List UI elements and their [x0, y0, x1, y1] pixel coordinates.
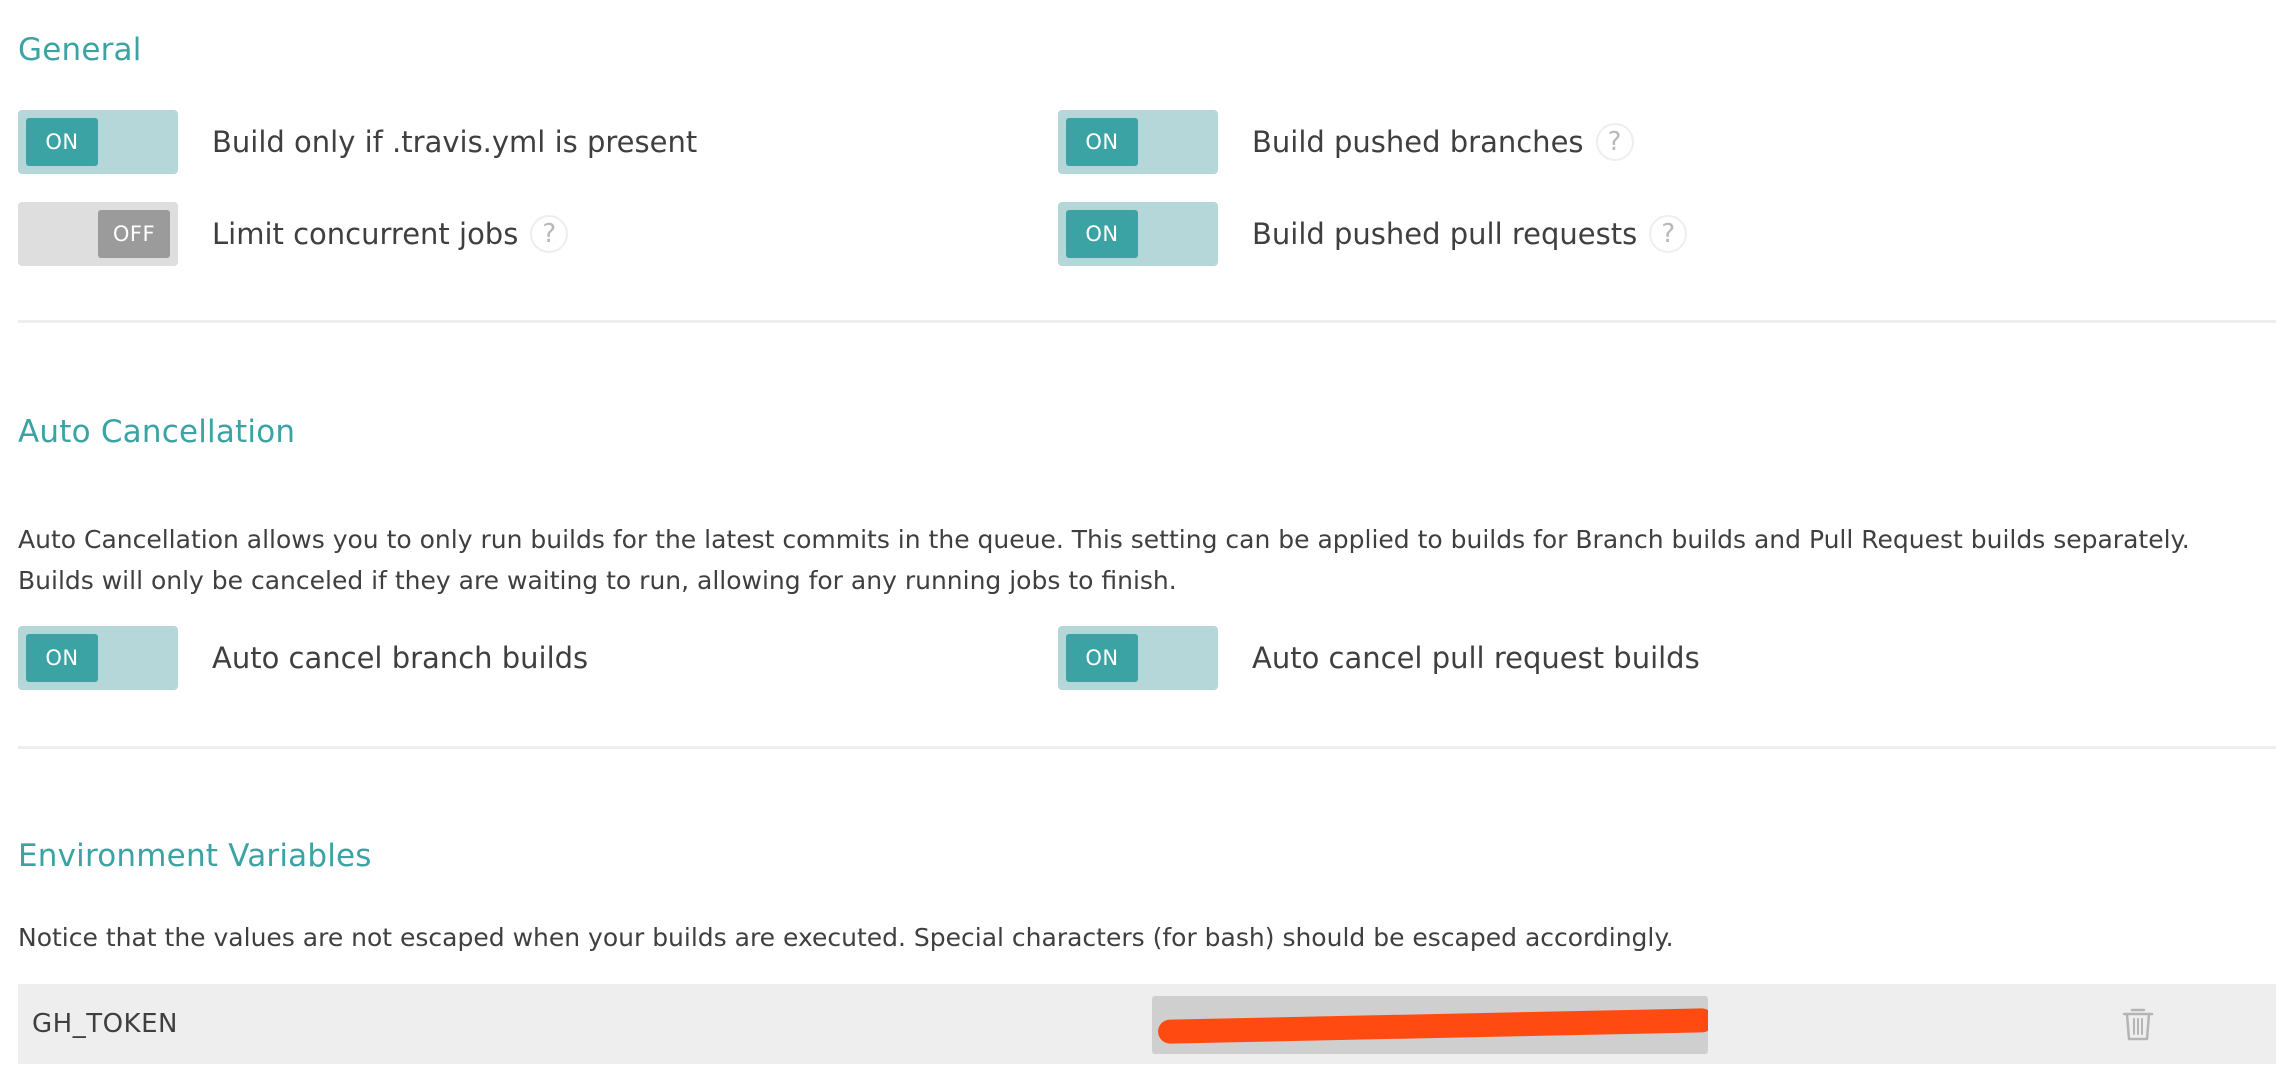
toggle-state-label: ON — [1066, 634, 1138, 682]
help-icon[interactable]: ? — [1649, 215, 1688, 253]
auto-cancellation-section-title: Auto Cancellation — [18, 414, 296, 450]
setting-build-only-travis-yml: ON Build only if .travis.yml is present — [18, 110, 697, 174]
build-pushed-pull-requests-toggle[interactable]: ON — [1058, 202, 1218, 266]
environment-variables-section-title: Environment Variables — [18, 838, 372, 874]
toggle-state-label: ON — [1066, 118, 1138, 166]
auto-cancel-pull-request-builds-toggle[interactable]: ON — [1058, 626, 1218, 690]
environment-variables-notice: Notice that the values are not escaped w… — [18, 923, 1674, 952]
toggle-state-label: ON — [26, 118, 98, 166]
general-section-title: General — [18, 32, 142, 68]
help-icon[interactable]: ? — [530, 215, 569, 253]
setting-label: Build pushed pull requests — [1252, 217, 1638, 251]
auto-cancel-branch-builds-toggle[interactable]: ON — [18, 626, 178, 690]
limit-concurrent-jobs-toggle[interactable]: OFF — [18, 202, 178, 266]
setting-auto-cancel-pull-request-builds: ON Auto cancel pull request builds — [1058, 626, 1700, 690]
repository-settings-page: General ON Build only if .travis.yml is … — [0, 0, 2288, 1084]
auto-cancellation-description: Auto Cancellation allows you to only run… — [18, 525, 2190, 595]
toggle-state-label: OFF — [98, 210, 170, 258]
setting-label: Limit concurrent jobs — [212, 217, 519, 251]
help-icon[interactable]: ? — [1595, 123, 1634, 161]
setting-auto-cancel-branch-builds: ON Auto cancel branch builds — [18, 626, 588, 690]
build-pushed-branches-toggle[interactable]: ON — [1058, 110, 1218, 174]
env-var-name: GH_TOKEN — [32, 1009, 178, 1039]
setting-label: Auto cancel pull request builds — [1252, 641, 1700, 675]
setting-label: Auto cancel branch builds — [212, 641, 589, 675]
setting-build-pushed-pull-requests: ON Build pushed pull requests ? — [1058, 202, 1688, 266]
setting-build-pushed-branches: ON Build pushed branches ? — [1058, 110, 1634, 174]
setting-limit-concurrent-jobs: OFF Limit concurrent jobs ? — [18, 202, 569, 266]
section-divider — [18, 320, 2276, 323]
setting-label: Build only if .travis.yml is present — [212, 125, 698, 159]
trash-icon[interactable] — [2118, 1004, 2158, 1044]
env-var-value-field[interactable]: ••••••••••••••••••••••••••• — [1152, 996, 1708, 1054]
toggle-state-label: ON — [26, 634, 98, 682]
build-only-travis-yml-toggle[interactable]: ON — [18, 110, 178, 174]
env-var-row: GH_TOKEN ••••••••••••••••••••••••••• — [18, 984, 2276, 1064]
section-divider — [18, 746, 2276, 749]
setting-label: Build pushed branches — [1252, 125, 1584, 159]
toggle-state-label: ON — [1066, 210, 1138, 258]
